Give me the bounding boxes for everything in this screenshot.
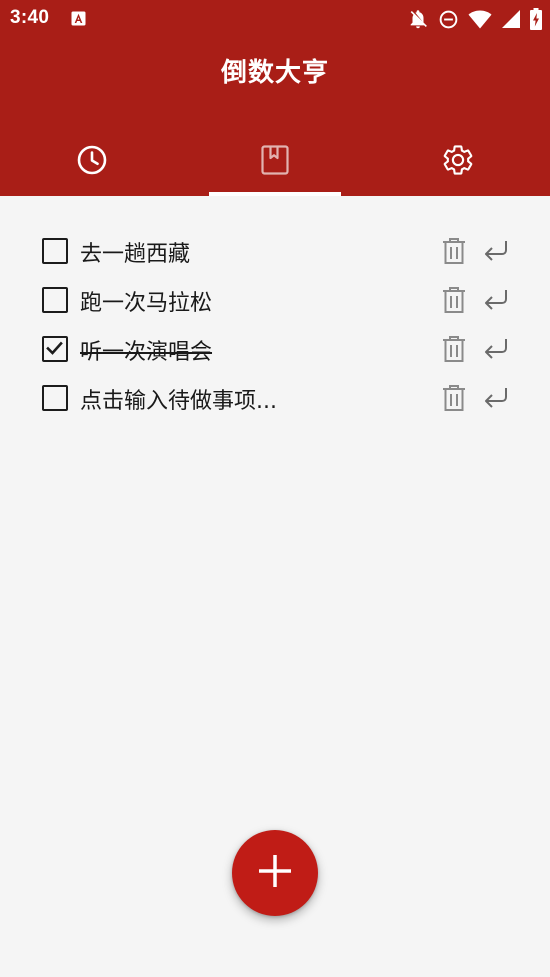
todo-checkbox[interactable] <box>42 385 68 411</box>
gear-icon <box>441 143 475 181</box>
trash-icon[interactable] <box>440 236 468 266</box>
tab-settings[interactable] <box>367 128 550 196</box>
enter-icon[interactable] <box>482 287 510 313</box>
trash-icon[interactable] <box>440 383 468 413</box>
plus-icon <box>257 853 293 893</box>
bookmark-icon <box>259 143 291 181</box>
todo-item: 点击输入待做事项... <box>0 373 550 422</box>
clock-icon <box>75 143 109 181</box>
do-not-disturb-icon <box>438 9 459 30</box>
todo-text[interactable]: 去一趟西藏 <box>80 236 190 268</box>
tab-countdown[interactable] <box>0 128 183 196</box>
todo-checkbox[interactable] <box>42 238 68 264</box>
signal-icon <box>501 9 521 29</box>
todo-text[interactable]: 跑一次马拉松 <box>80 285 212 317</box>
bell-off-icon <box>407 8 429 30</box>
add-todo-button[interactable] <box>232 830 318 916</box>
status-time: 3:40 <box>10 7 50 28</box>
status-icons <box>407 7 542 31</box>
enter-icon[interactable] <box>482 336 510 362</box>
todo-list: 去一趟西藏 跑一次马拉松 听一次演唱会 点击输入待做事项... <box>0 226 550 422</box>
todo-item: 听一次演唱会 <box>0 324 550 373</box>
todo-item: 跑一次马拉松 <box>0 275 550 324</box>
todo-text[interactable]: 听一次演唱会 <box>80 334 212 366</box>
trash-icon[interactable] <box>440 334 468 364</box>
check-icon <box>46 341 63 355</box>
todo-checkbox-checked[interactable] <box>42 336 68 362</box>
tab-bar <box>0 128 550 196</box>
todo-input[interactable]: 点击输入待做事项... <box>80 383 277 415</box>
trash-icon[interactable] <box>440 285 468 315</box>
status-bar: 3:40 <box>0 0 550 38</box>
enter-icon[interactable] <box>482 238 510 264</box>
todo-checkbox[interactable] <box>42 287 68 313</box>
tab-todo[interactable] <box>183 128 366 196</box>
app-notification-icon <box>71 11 86 26</box>
wifi-icon <box>468 9 492 29</box>
active-tab-indicator <box>209 192 341 196</box>
enter-icon[interactable] <box>482 385 510 411</box>
battery-charging-icon <box>530 8 542 30</box>
app-title: 倒数大亨 <box>220 58 329 88</box>
todo-item: 去一趟西藏 <box>0 226 550 275</box>
app-header: 3:40 倒数大亨 <box>0 0 550 196</box>
